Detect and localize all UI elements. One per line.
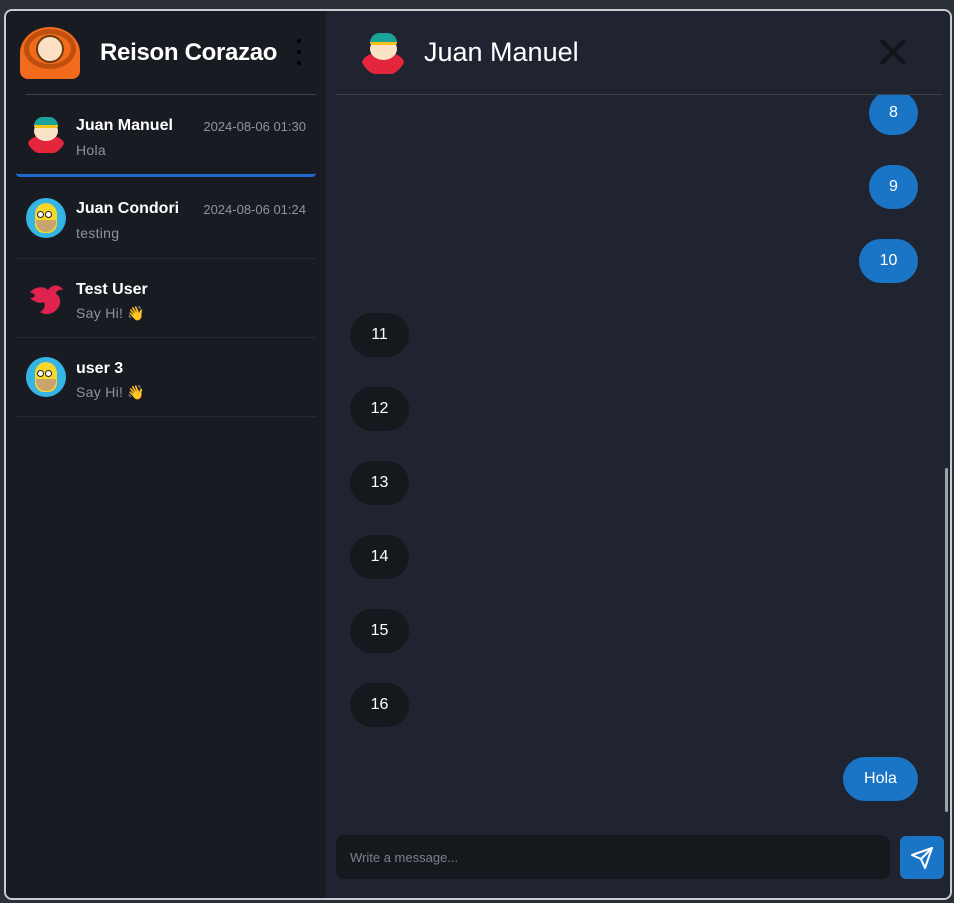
chat-item-user-3[interactable]: user 3 Say Hi! 👋 (16, 338, 316, 417)
chat-window: Reison Corazao Juan Manuel 2024-08-06 01… (4, 9, 952, 900)
chat-preview: Say Hi! 👋 (76, 305, 146, 321)
chat-list: Juan Manuel 2024-08-06 01:30 Hola Juan C… (6, 95, 326, 417)
chat-preview: testing (76, 224, 120, 241)
message-input[interactable] (336, 835, 890, 879)
profile-header: Reison Corazao (6, 11, 326, 94)
chat-item-juan-manuel[interactable]: Juan Manuel 2024-08-06 01:30 Hola (16, 95, 316, 177)
nestjs-avatar-icon (26, 278, 66, 318)
conversation-title: Juan Manuel (424, 37, 579, 67)
chat-time: 2024-08-06 01:30 (203, 118, 306, 134)
message-scrollbar[interactable] (945, 468, 948, 812)
chat-name: Test User (76, 281, 148, 298)
cartman-avatar-icon (26, 115, 66, 155)
incoming-message: 14 (350, 535, 409, 579)
user-avatar[interactable] (20, 26, 80, 79)
outgoing-message: Hola (843, 757, 918, 801)
homer-avatar-icon (26, 357, 66, 397)
close-icon[interactable] (878, 37, 908, 67)
send-icon (911, 846, 933, 869)
conversation-panel: Juan Manuel 8 9 10 11 12 13 14 15 16 Hola (326, 11, 950, 898)
outgoing-message: 9 (869, 165, 918, 209)
chat-name: Juan Manuel (76, 116, 173, 134)
chat-time: 2024-08-06 01:24 (203, 201, 306, 217)
homer-avatar-icon (26, 197, 66, 238)
cartman-avatar-icon (360, 30, 406, 76)
sidebar: Reison Corazao Juan Manuel 2024-08-06 01… (6, 11, 326, 898)
incoming-message: 13 (350, 461, 409, 505)
outgoing-message: 8 (869, 95, 918, 135)
chat-preview: Say Hi! 👋 (76, 384, 146, 400)
outgoing-message: 10 (859, 239, 918, 283)
incoming-message: 15 (350, 609, 409, 653)
conversation-header: Juan Manuel (326, 11, 950, 94)
chat-item-juan-condori[interactable]: Juan Condori 2024-08-06 01:24 testing (16, 177, 316, 259)
send-button[interactable] (900, 836, 944, 879)
incoming-message: 16 (350, 683, 409, 727)
chat-item-test-user[interactable]: Test User Say Hi! 👋 (16, 259, 316, 338)
incoming-message: 11 (350, 313, 409, 357)
chat-name: user 3 (76, 360, 124, 377)
more-options-icon[interactable] (296, 39, 302, 65)
chat-name: Juan Condori (76, 199, 180, 217)
user-name: Reison Corazao (100, 38, 278, 66)
incoming-message: 12 (350, 387, 409, 431)
chat-preview: Hola (76, 141, 106, 158)
message-list[interactable]: 8 9 10 11 12 13 14 15 16 Hola (326, 95, 946, 820)
